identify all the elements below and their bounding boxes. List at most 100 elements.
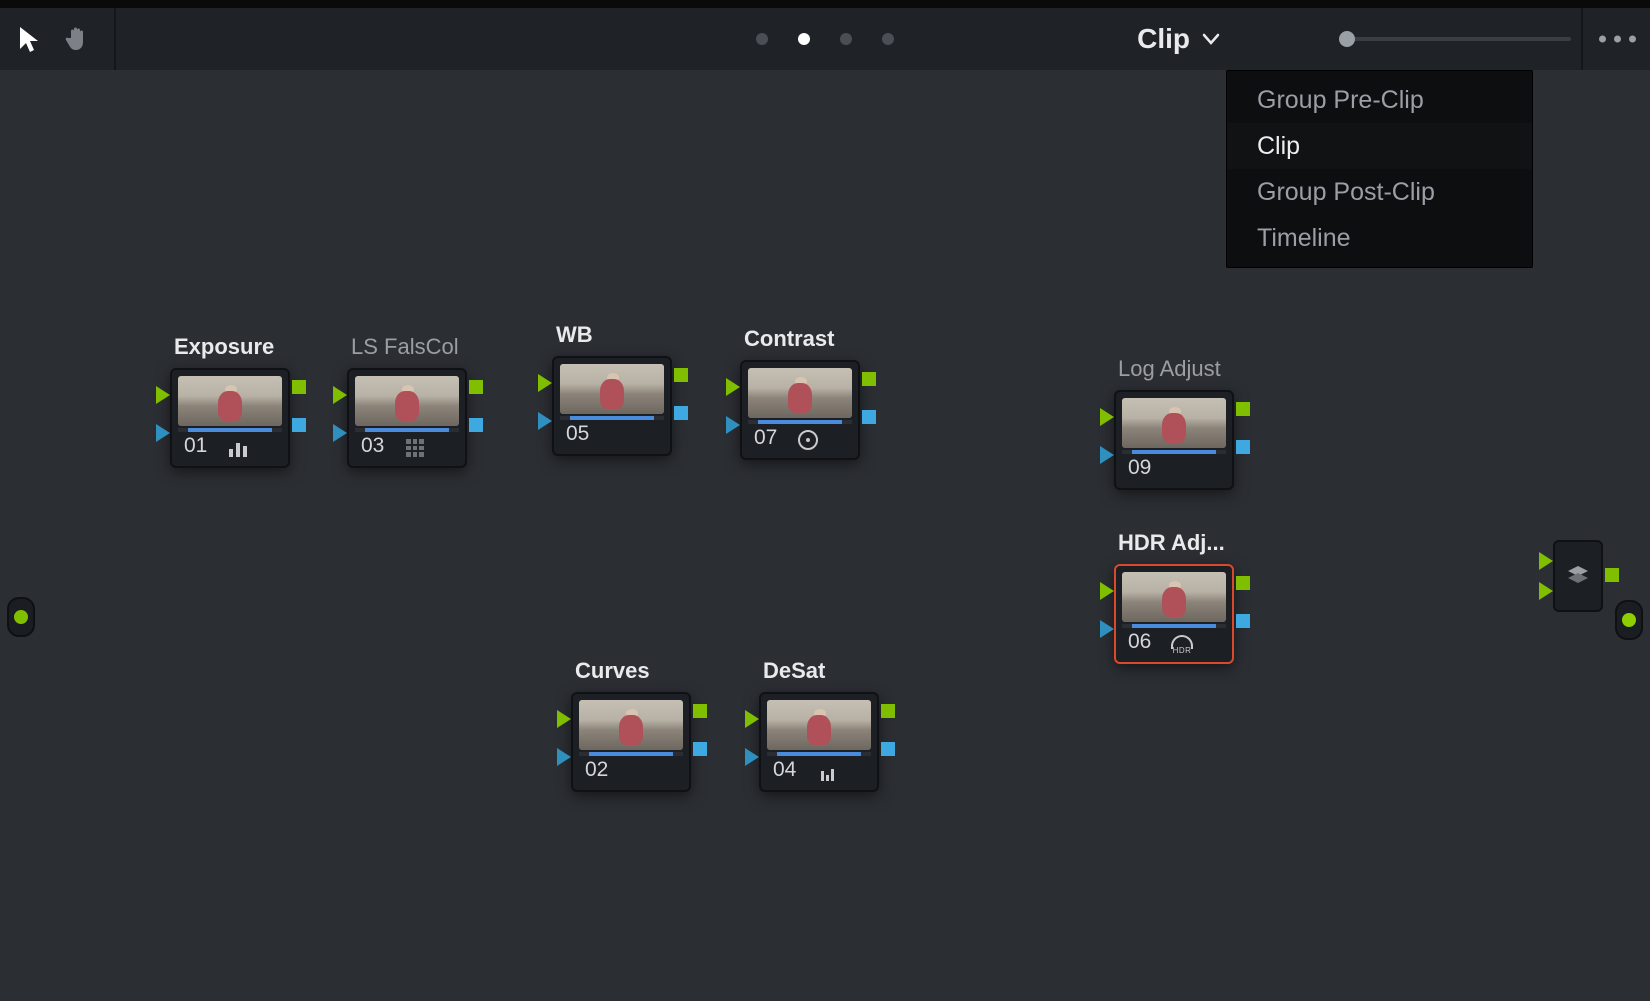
node-body[interactable]: 05 [552, 356, 672, 456]
alpha-output-port[interactable] [693, 742, 707, 756]
node-number: 03 [361, 434, 384, 458]
node-label: HDR Adj... [1118, 530, 1225, 556]
node-body[interactable]: 03 [347, 368, 467, 468]
node-label: Exposure [174, 334, 274, 360]
pointer-tool[interactable] [12, 22, 46, 56]
graph-input[interactable] [7, 597, 35, 637]
alpha-output-port[interactable] [1236, 440, 1250, 454]
tool-group [0, 8, 116, 70]
color-node[interactable]: HDR Adj... 06 HDR [1114, 564, 1234, 664]
alpha-input-port[interactable] [333, 424, 347, 442]
rgb-input-port[interactable] [538, 374, 552, 392]
node-body[interactable]: 02 [571, 692, 691, 792]
node-body[interactable]: 09 [1114, 390, 1234, 490]
primaries-icon [815, 762, 839, 782]
node-thumbnail [579, 700, 683, 750]
alpha-output-port[interactable] [1236, 614, 1250, 628]
alpha-input-port[interactable] [1100, 446, 1114, 464]
alpha-output-port[interactable] [881, 742, 895, 756]
node-number: 01 [184, 434, 207, 458]
node-body[interactable]: 07 [740, 360, 860, 460]
page-dot[interactable] [756, 33, 768, 45]
rgb-output-port[interactable] [469, 380, 483, 394]
node-thumbnail [748, 368, 852, 418]
rgb-output-port[interactable] [292, 380, 306, 394]
node-number: 06 [1128, 630, 1151, 654]
graph-output[interactable] [1615, 600, 1643, 640]
page-dot[interactable] [882, 33, 894, 45]
hdr-icon: HDR [1170, 634, 1194, 654]
rgb-input-port[interactable] [1539, 552, 1553, 570]
rgb-input-port[interactable] [745, 710, 759, 728]
dropdown-item[interactable]: Group Post-Clip [1227, 169, 1532, 215]
rgb-input-port[interactable] [1100, 408, 1114, 426]
rgb-output-port[interactable] [1605, 568, 1619, 582]
lut-grid-icon [403, 438, 427, 458]
alpha-output-port[interactable] [674, 406, 688, 420]
pan-tool[interactable] [60, 22, 94, 56]
node-label: DeSat [763, 658, 825, 684]
node-number: 07 [754, 426, 777, 450]
alpha-output-port[interactable] [862, 410, 876, 424]
dropdown-item[interactable]: Timeline [1227, 215, 1532, 261]
node-thumbnail [1122, 572, 1226, 622]
alpha-input-port[interactable] [1100, 620, 1114, 638]
color-node[interactable]: LS FalsCol 03 [347, 368, 467, 468]
alpha-input-port[interactable] [156, 424, 170, 442]
divider [1581, 8, 1583, 70]
rgb-output-port[interactable] [674, 368, 688, 382]
slider-knob[interactable] [1339, 31, 1355, 47]
rgb-dot-icon [14, 610, 28, 624]
rgb-output-port[interactable] [1236, 576, 1250, 590]
pointer-icon [17, 25, 41, 53]
color-node[interactable]: Contrast 07 [740, 360, 860, 460]
rgb-output-port[interactable] [862, 372, 876, 386]
page-dots[interactable] [756, 33, 894, 45]
node-number: 02 [585, 758, 608, 782]
layer-mixer-node[interactable] [1553, 540, 1603, 612]
rgb-input-port[interactable] [1100, 582, 1114, 600]
hand-icon [63, 25, 91, 53]
node-body[interactable]: 01 [170, 368, 290, 468]
alpha-output-port[interactable] [469, 418, 483, 432]
alpha-input-port[interactable] [745, 748, 759, 766]
color-node[interactable]: Log Adjust 09 [1114, 390, 1234, 490]
alpha-input-port[interactable] [538, 412, 552, 430]
alpha-input-port[interactable] [726, 416, 740, 434]
scope-selector[interactable]: Clip [1137, 8, 1220, 70]
scope-dropdown[interactable]: Group Pre-Clip Clip Group Post-Clip Time… [1226, 70, 1533, 268]
dropdown-item[interactable]: Clip [1227, 123, 1532, 169]
rgb-input-port[interactable] [156, 386, 170, 404]
color-node[interactable]: WB 05 [552, 356, 672, 456]
node-label: LS FalsCol [351, 334, 459, 360]
node-thumbnail [767, 700, 871, 750]
node-body[interactable]: 04 [759, 692, 879, 792]
color-node[interactable]: Exposure 01 [170, 368, 290, 468]
dropdown-item[interactable]: Group Pre-Clip [1227, 77, 1532, 123]
rgb-input-port[interactable] [1539, 582, 1553, 600]
node-number: 05 [566, 422, 589, 446]
alpha-input-port[interactable] [557, 748, 571, 766]
node-thumbnail [560, 364, 664, 414]
color-node[interactable]: Curves 02 [571, 692, 691, 792]
node-label: Contrast [744, 326, 834, 352]
page-dot[interactable] [798, 33, 810, 45]
color-node[interactable]: DeSat 04 [759, 692, 879, 792]
node-label: WB [556, 322, 593, 348]
page-dot[interactable] [840, 33, 852, 45]
rgb-output-port[interactable] [693, 704, 707, 718]
zoom-slider[interactable] [1345, 37, 1571, 41]
node-body[interactable]: 06 HDR [1114, 564, 1234, 664]
node-label: Curves [575, 658, 650, 684]
alpha-output-port[interactable] [292, 418, 306, 432]
scope-label: Clip [1137, 23, 1190, 55]
more-menu[interactable] [1599, 36, 1636, 43]
toolbar: Clip [0, 0, 1650, 70]
node-editor: Clip Group Pre-Clip Clip Group Post-Clip… [0, 0, 1650, 1001]
rgb-input-port[interactable] [557, 710, 571, 728]
rgb-input-port[interactable] [333, 386, 347, 404]
rgb-input-port[interactable] [726, 378, 740, 396]
chevron-down-icon [1202, 32, 1220, 46]
rgb-output-port[interactable] [1236, 402, 1250, 416]
rgb-output-port[interactable] [881, 704, 895, 718]
